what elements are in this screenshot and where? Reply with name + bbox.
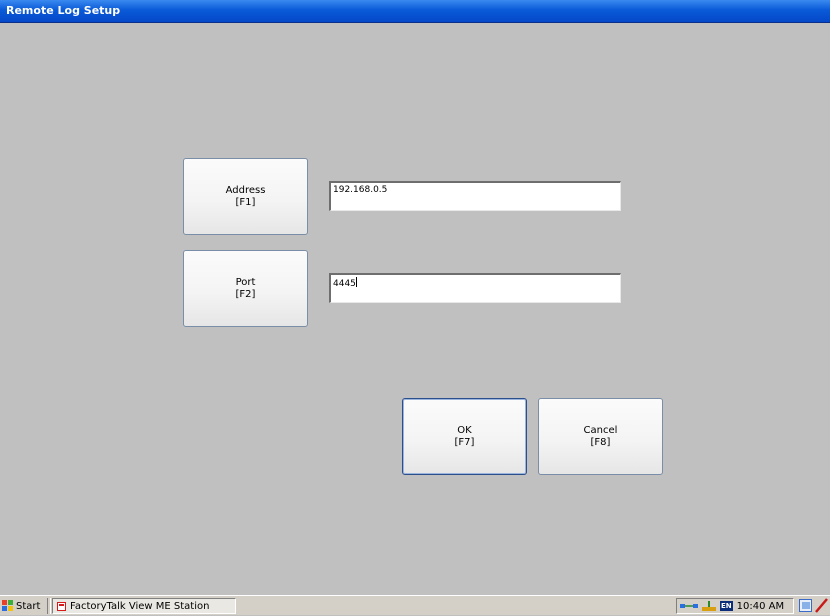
input-panel-icon[interactable] — [814, 598, 828, 613]
address-button-shortcut: [F1] — [235, 196, 256, 208]
text-caret — [355, 277, 357, 287]
taskbar: Start FactoryTalk View ME Station EN 10:… — [0, 595, 830, 615]
taskbar-separator — [47, 598, 51, 614]
windows-flag-icon — [2, 600, 14, 612]
taskbar-item-factorytalk[interactable]: FactoryTalk View ME Station — [52, 598, 236, 614]
address-button[interactable]: Address [F1] — [183, 158, 308, 235]
port-input-value: 4445 — [333, 279, 356, 289]
language-badge[interactable]: EN — [720, 601, 733, 611]
network-icon[interactable] — [680, 601, 698, 611]
dialog-client-area — [7, 23, 823, 593]
factorytalk-icon — [57, 601, 66, 611]
show-desktop-icon[interactable] — [799, 599, 812, 612]
keyboard-icon[interactable] — [702, 601, 716, 611]
port-button-label: Port — [235, 276, 256, 288]
port-button[interactable]: Port [F2] — [183, 250, 308, 327]
clock[interactable]: 10:40 AM — [737, 601, 784, 612]
address-input-value: 192.168.0.5 — [333, 185, 388, 195]
start-button[interactable]: Start — [2, 598, 44, 614]
port-input[interactable]: 4445 — [329, 273, 621, 303]
remote-log-setup-window: Remote Log Setup Address [F1] 192.168.0.… — [0, 0, 830, 595]
ok-button-shortcut: [F7] — [454, 436, 475, 448]
window-title: Remote Log Setup — [6, 4, 121, 17]
taskbar-item-label: FactoryTalk View ME Station — [70, 600, 210, 612]
ok-button[interactable]: OK [F7] — [402, 398, 527, 475]
address-button-label: Address — [225, 184, 266, 196]
system-tray: EN 10:40 AM — [676, 598, 794, 614]
cancel-button-shortcut: [F8] — [590, 436, 611, 448]
cancel-button-label: Cancel — [583, 424, 618, 436]
cancel-button[interactable]: Cancel [F8] — [538, 398, 663, 475]
address-input[interactable]: 192.168.0.5 — [329, 181, 621, 211]
port-button-shortcut: [F2] — [235, 288, 256, 300]
title-bar: Remote Log Setup — [0, 0, 830, 23]
start-label: Start — [16, 600, 41, 612]
ok-button-label: OK — [457, 424, 472, 436]
